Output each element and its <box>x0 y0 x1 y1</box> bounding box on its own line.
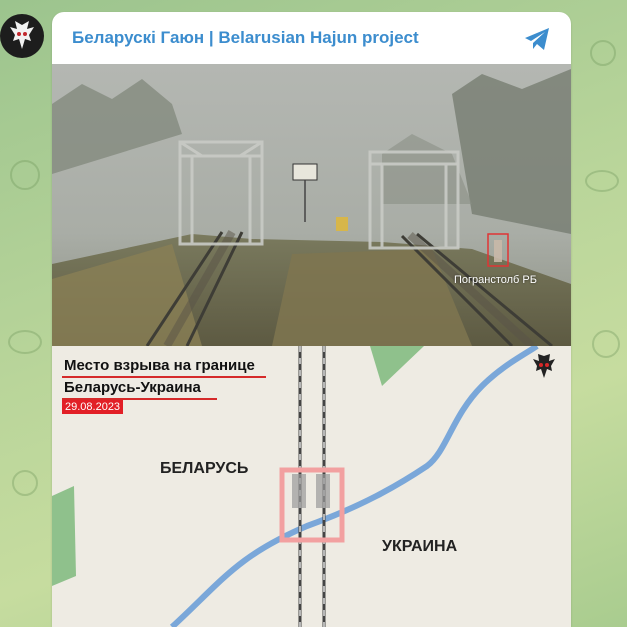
background-doodle <box>592 330 620 358</box>
telegram-plane-icon[interactable] <box>522 24 552 54</box>
message-header: Беларускі Гаюн | Belarusian Hajun projec… <box>52 12 571 64</box>
explosion-site-map[interactable]: Место взрыва на границе Беларусь-Украина… <box>52 346 571 627</box>
background-doodle <box>10 160 40 190</box>
hajun-map-logo-icon <box>533 354 555 378</box>
message-card: Беларускі Гаюн | Belarusian Hajun projec… <box>52 12 571 627</box>
date-badge: 29.08.2023 <box>62 400 124 414</box>
background-doodle <box>8 330 42 354</box>
border-crossing-photo[interactable]: Погранстолб РБ <box>52 64 571 346</box>
country-label-ukraine: УКРАИНА <box>382 538 458 555</box>
hajun-logo-icon <box>10 21 34 49</box>
background-doodle <box>590 40 616 66</box>
map-title-line1: Место взрыва на границе <box>64 357 255 374</box>
channel-avatar[interactable] <box>0 14 44 58</box>
title-underline <box>62 376 266 378</box>
explosion-site-marker <box>279 467 345 543</box>
forest-area <box>52 486 76 586</box>
state-border-line <box>169 346 539 627</box>
map-title-line2: Беларусь-Украина <box>64 379 201 396</box>
photo-scene <box>52 64 571 346</box>
country-label-belarus: БЕЛАРУСЬ <box>160 460 249 477</box>
background-doodle <box>12 470 38 496</box>
channel-title[interactable]: Беларускі Гаюн | Belarusian Hajun projec… <box>72 28 419 48</box>
forest-area <box>370 346 424 386</box>
background-doodle <box>585 170 619 192</box>
border-post-label: Погранстолб РБ <box>454 274 537 286</box>
